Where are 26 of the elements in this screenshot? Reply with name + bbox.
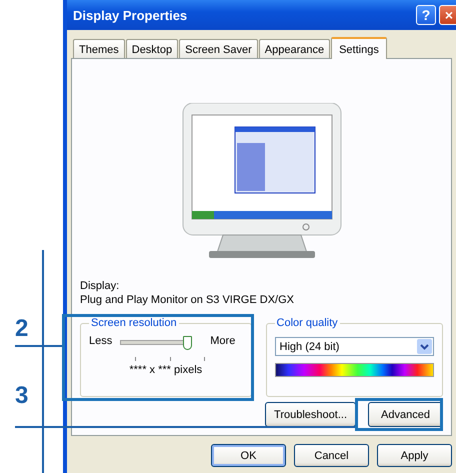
- tab[interactable]: Desktop: [126, 39, 178, 58]
- panel-button[interactable]: Advanced: [368, 402, 443, 427]
- dialog-button[interactable]: Cancel: [294, 444, 369, 467]
- help-button[interactable]: ?: [416, 5, 436, 25]
- slider-min-label: Less: [89, 335, 112, 347]
- close-button[interactable]: ×: [439, 5, 456, 25]
- slider-max-label: More: [210, 335, 236, 347]
- tab[interactable]: Themes: [73, 39, 125, 58]
- group-title: Screen resolution: [90, 317, 178, 329]
- resolution-slider[interactable]: [120, 335, 192, 351]
- resolution-reading: **** x *** pixels: [128, 364, 204, 376]
- callout-number: 3: [15, 384, 28, 408]
- callout-number: 2: [15, 317, 28, 341]
- tab[interactable]: Screen Saver: [179, 39, 258, 58]
- caret-icon: [417, 339, 432, 354]
- display-device-name: Plug and Play Monitor on S3 VIRGE DX/GX: [80, 293, 295, 307]
- dialog-button[interactable]: Apply: [377, 444, 452, 467]
- display-label: Display:: [80, 279, 120, 293]
- tab[interactable]: Settings: [331, 37, 387, 59]
- dialog-button[interactable]: OK: [211, 444, 286, 467]
- group-title: Color quality: [276, 317, 339, 329]
- tab[interactable]: Appearance: [258, 39, 330, 58]
- slider-thumb[interactable]: [183, 336, 192, 350]
- panel-button[interactable]: Troubleshoot...: [265, 402, 356, 427]
- window-title: Display Properties: [73, 8, 188, 22]
- color-quality-dropdown[interactable]: High (24 bit): [274, 337, 434, 356]
